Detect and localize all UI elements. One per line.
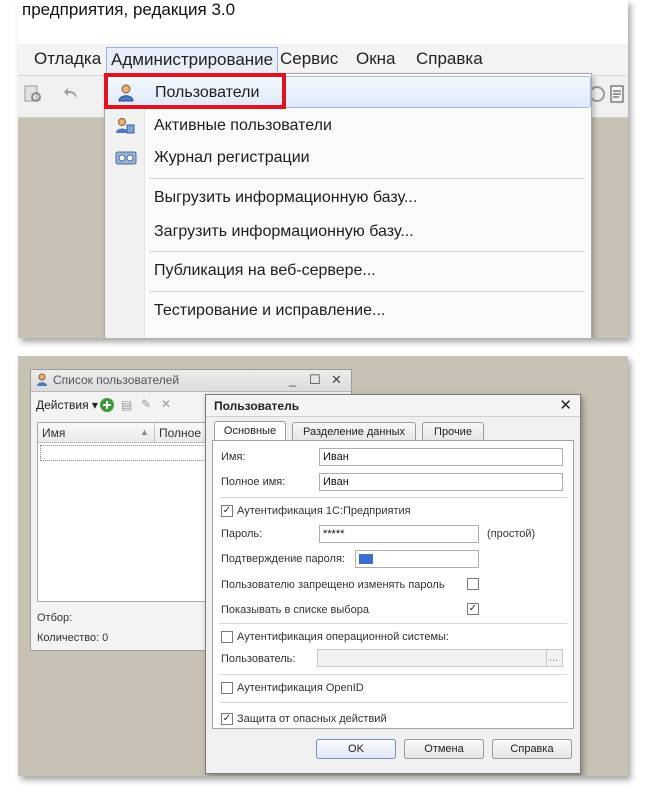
menu-separator [149,251,585,252]
close-icon[interactable]: ✕ [331,372,342,388]
users-screenshot: Список пользователей _ ☐ ✕ Действия ▾ ▤ … [18,356,628,776]
menu-administration[interactable]: Администрирование [106,47,279,73]
delete-icon[interactable]: ✕ [161,397,171,411]
menu-separator [149,291,585,292]
tab-main[interactable]: Основные [214,421,286,441]
user-icon [35,373,49,392]
auth-openid-label: Аутентификация OpenID [237,682,364,694]
name-field[interactable]: Иван [319,448,563,466]
help-button[interactable]: Справка [492,739,572,759]
toolbar-document-icon[interactable] [606,84,628,106]
window-title: предприятия, редакция 3.0 [22,0,236,19]
user-list-title: Список пользователей [53,373,180,387]
ok-button[interactable]: OK [316,739,396,759]
protect-label: Защита от опасных действий [237,713,387,725]
section-separator [219,497,567,498]
show-in-list-checkbox[interactable]: ✓ [467,603,479,615]
main-window-screenshot: предприятия, редакция 3.0 Отладка Админи… [18,0,628,338]
cancel-button[interactable]: Отмена [404,739,484,759]
section-separator [219,702,567,703]
section-separator [219,623,567,624]
dialog-title: Пользователь [214,399,300,413]
table-header: Имя ▲ Полное н [38,423,232,443]
close-icon[interactable]: ✕ [559,396,572,414]
auth-1c-checkbox[interactable]: ✓ [221,505,233,517]
menu-item-web-publish-label: Публикация на веб-сервере... [154,262,376,279]
menu-item-import-label: Загрузить информационную базу... [154,223,414,240]
actions-menu[interactable]: Действия ▾ [36,398,98,412]
deny-change-checkbox[interactable] [467,578,479,590]
tab-data-separation[interactable]: Разделение данных [292,422,416,441]
auth-os-checkbox[interactable] [221,631,233,643]
highlight-annotation-box [104,73,286,109]
password-field[interactable]: ***** [319,525,479,543]
os-user-field[interactable] [317,649,547,667]
copy-icon[interactable]: ▤ [121,398,132,412]
protect-checkbox[interactable]: ✓ [221,713,233,725]
auth-1c-label: Аутентификация 1С:Предприятия [237,505,411,517]
password-label: Пароль: [221,528,263,540]
confirm-password-field[interactable] [355,550,479,568]
registration-log-icon [115,149,137,167]
menu-item-test-repair[interactable]: Тестирование и исправление... [105,295,591,327]
auth-openid-checkbox[interactable] [221,682,233,694]
confirm-password-label: Подтверждение пароля: [221,553,345,565]
fullname-label: Полное имя: [221,476,286,488]
section-separator [219,674,567,675]
edit-icon[interactable]: ✎ [141,397,151,411]
back-arrow-icon[interactable] [62,84,84,106]
menu-item-web-publish[interactable]: Публикация на веб-сервере... [105,255,591,287]
menu-service[interactable]: Сервис [276,47,342,73]
user-list-titlebar: Список пользователей _ ☐ ✕ [31,370,351,392]
selected-text-marker [359,554,373,564]
show-in-list-label: Показывать в списке выбора [221,604,369,616]
name-label: Имя: [221,451,246,463]
column-divider [154,423,155,442]
menu-item-import-infobase[interactable]: Загрузить информационную базу... [105,216,591,248]
filter-label: Отбор: [37,612,73,624]
menu-bar: Отладка Администрирование Сервис Окна Сп… [18,44,628,76]
minimize-icon[interactable]: _ [289,372,296,387]
column-full-name[interactable]: Полное н [159,426,211,440]
menu-item-active-users[interactable]: Активные пользователи [105,110,591,142]
tab-content-main: Имя: Иван Полное имя: Иван ✓ Аутентифика… [212,440,574,729]
column-name[interactable]: Имя [42,426,65,440]
administration-dropdown: Пользователи Активные пользователи Журна… [104,73,592,338]
search-doc-icon[interactable] [22,84,44,106]
user-dialog: Пользователь ✕ Основные Разделение данны… [205,394,581,774]
maximize-icon[interactable]: ☐ [309,372,321,388]
os-user-select-button[interactable]: ... [546,649,563,667]
dialog-titlebar: Пользователь ✕ [206,395,580,417]
count-label: Количество: 0 [37,632,109,644]
tab-other[interactable]: Прочие [422,422,484,441]
menu-item-export-label: Выгрузить информационную базу... [154,189,418,206]
os-user-label: Пользователь: [221,653,296,665]
active-users-icon [115,117,135,135]
password-strength-hint: (простой) [487,528,536,540]
auth-os-label: Аутентификация операционной системы: [237,631,449,643]
menu-windows[interactable]: Окна [352,47,400,73]
deny-change-label: Пользователю запрещено изменять пароль [221,579,445,591]
actions-label: Действия [36,398,89,412]
user-list-table[interactable]: Имя ▲ Полное н [37,422,233,602]
menu-item-registration-log-label: Журнал регистрации [154,149,310,166]
menu-help[interactable]: Справка [412,47,487,73]
add-icon[interactable] [99,397,115,418]
menu-separator [149,178,585,179]
table-row[interactable] [40,445,230,461]
fullname-field[interactable]: Иван [319,473,563,491]
menu-item-export-infobase[interactable]: Выгрузить информационную базу... [105,182,591,214]
menu-item-registration-log[interactable]: Журнал регистрации [105,142,591,174]
menu-item-active-users-label: Активные пользователи [154,117,332,134]
sort-icon: ▲ [140,427,149,437]
menu-item-test-repair-label: Тестирование и исправление... [154,302,386,319]
menu-debug[interactable]: Отладка [30,47,105,73]
